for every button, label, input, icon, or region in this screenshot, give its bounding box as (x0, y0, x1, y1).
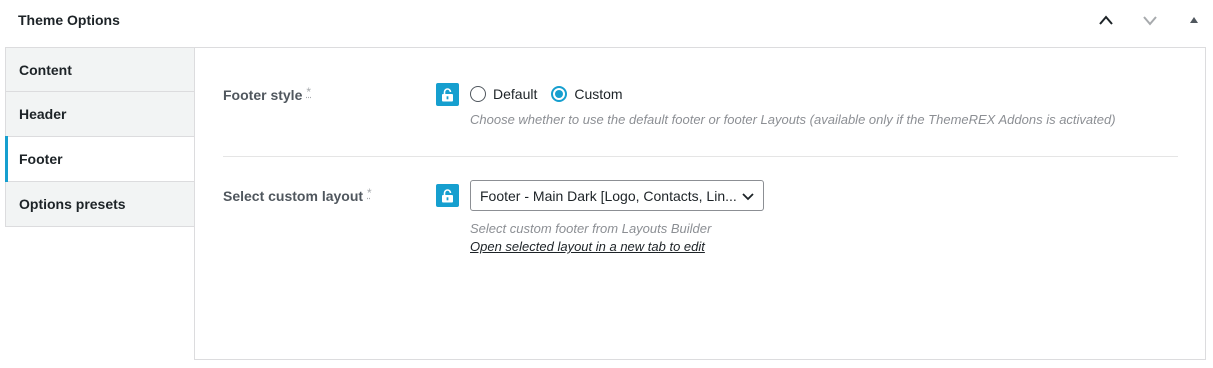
radio-custom-circle[interactable] (551, 86, 568, 102)
footer-style-label-text: Footer style (223, 87, 303, 103)
tab-content[interactable]: Content (5, 47, 195, 92)
radio-custom[interactable]: Custom (551, 86, 623, 102)
custom-layout-select[interactable]: Footer - Main Dark [Logo, Contacts, Lin.… (470, 180, 764, 211)
unlock-icon (442, 87, 453, 101)
open-layout-link[interactable]: Open selected layout in a new tab to edi… (470, 239, 705, 254)
footer-style-radio-group: Default Custom (470, 86, 623, 102)
tab-options-presets[interactable]: Options presets (5, 182, 195, 227)
required-mark: * (306, 85, 312, 99)
triangle-up-icon (1190, 17, 1198, 23)
footer-style-lock-button[interactable] (436, 83, 459, 106)
tab-header[interactable]: Header (5, 92, 195, 137)
tab-footer[interactable]: Footer (5, 136, 195, 182)
move-up-button[interactable] (1093, 8, 1119, 32)
unlock-icon (442, 188, 453, 202)
footer-style-description: Choose whether to use the default footer… (470, 112, 1116, 127)
options-tabs: Content Header Footer Options presets (5, 47, 195, 227)
custom-layout-description: Select custom footer from Layouts Builde… (470, 221, 712, 236)
toggle-panel-button[interactable] (1181, 8, 1207, 32)
move-down-button[interactable] (1137, 8, 1163, 32)
custom-layout-lock-button[interactable] (436, 184, 459, 207)
panel-header: Theme Options (0, 0, 1213, 40)
radio-default[interactable]: Default (470, 86, 537, 102)
custom-layout-label-text: Select custom layout (223, 188, 364, 204)
divider (223, 156, 1178, 157)
custom-layout-label: Select custom layout * (223, 186, 372, 204)
chevron-down-icon (1143, 16, 1157, 26)
footer-style-label: Footer style * (223, 85, 312, 103)
radio-default-circle[interactable] (470, 86, 486, 102)
radio-default-label[interactable]: Default (493, 86, 537, 102)
chevron-up-icon (1099, 15, 1113, 25)
panel-title: Theme Options (18, 12, 120, 28)
tab-panel-footer: Footer style * Default Custom Choose whet… (194, 47, 1206, 360)
required-mark: * (367, 186, 372, 200)
custom-layout-select-value: Footer - Main Dark [Logo, Contacts, Lin.… (480, 187, 737, 204)
chevron-down-icon (742, 193, 754, 201)
radio-custom-label[interactable]: Custom (574, 86, 622, 102)
